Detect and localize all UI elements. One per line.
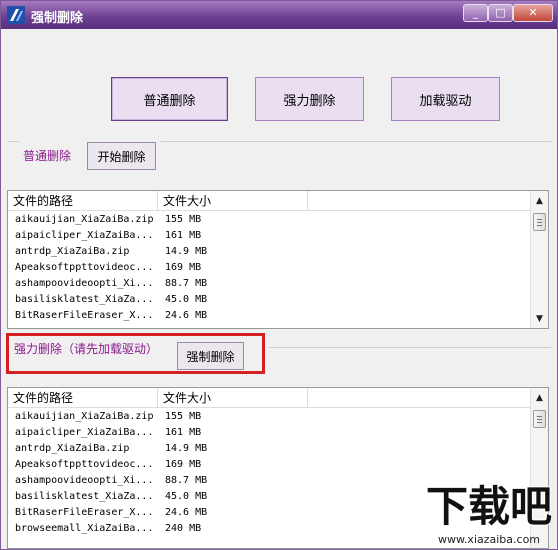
file-path-cell: aikauijian_XiaZaiBa.zip: [15, 214, 154, 225]
file-path-cell: ashampoovideoopti_Xi...: [15, 278, 154, 289]
file-path-cell: aipaicliper_XiaZaiBa...: [15, 427, 154, 438]
table-row[interactable]: aikauijian_XiaZaiBa.zip 155 MB: [8, 212, 530, 228]
table-row[interactable]: aipaicliper_XiaZaiBa... 161 MB: [8, 228, 530, 244]
file-path-cell: antrdp_XiaZaiBa.zip: [15, 443, 130, 454]
file-path-cell: Apeaksoftppttovideoc...: [15, 459, 154, 470]
column-header-size[interactable]: 文件大小: [158, 388, 308, 408]
file-size-cell: 169 MB: [165, 262, 202, 273]
table-row[interactable]: BitRaserFileEraser_X... 24.6 MB: [8, 308, 530, 324]
app-window: 强制删除 _ □ ✕ 普通删除 强力删除 加载驱动 普通删除 开始删除 文件的路…: [0, 0, 558, 550]
file-size-cell: 155 MB: [165, 214, 202, 225]
file-path-cell: basilisklatest_XiaZa...: [15, 294, 154, 305]
window-title: 强制删除: [31, 11, 84, 26]
file-path-cell: BitRaserFileEraser_X...: [15, 310, 154, 321]
table-row[interactable]: antrdp_XiaZaiBa.zip 14.9 MB: [8, 244, 530, 260]
column-header-path[interactable]: 文件的路径: [8, 388, 158, 408]
file-list-normal[interactable]: 文件的路径 文件大小 aikauijian_XiaZaiBa.zip 155 MB…: [7, 190, 549, 329]
file-size-cell: 24.6 MB: [165, 310, 208, 321]
table-header: 文件的路径 文件大小: [8, 388, 530, 408]
maximize-button[interactable]: □: [488, 4, 513, 22]
scroll-up-arrow-icon[interactable]: ▲: [531, 390, 548, 406]
file-path-cell: antrdp_XiaZaiBa.zip: [15, 246, 130, 257]
table-header: 文件的路径 文件大小: [8, 191, 530, 211]
file-size-cell: 14.9 MB: [165, 246, 208, 257]
table-row[interactable]: ashampoovideoopti_Xi... 88.7 MB: [8, 276, 530, 292]
normal-delete-mode-button[interactable]: 普通删除: [111, 77, 228, 121]
app-icon: [7, 6, 25, 24]
column-header-size[interactable]: 文件大小: [158, 191, 308, 211]
file-size-cell: 161 MB: [165, 230, 202, 241]
load-driver-button[interactable]: 加载驱动: [391, 77, 500, 121]
column-header-path[interactable]: 文件的路径: [8, 191, 158, 211]
file-size-cell: 240 MB: [165, 523, 202, 534]
file-size-cell: 24.6 MB: [165, 507, 208, 518]
force-delete-mode-button[interactable]: 强力删除: [255, 77, 364, 121]
normal-section-label: 普通删除: [23, 149, 72, 163]
file-path-cell: Apeaksoftppttovideoc...: [15, 262, 154, 273]
file-size-cell: 45.0 MB: [165, 294, 208, 305]
file-path-cell: aipaicliper_XiaZaiBa...: [15, 230, 154, 241]
scroll-up-arrow-icon[interactable]: ▲: [531, 193, 548, 209]
file-size-cell: 161 MB: [165, 427, 202, 438]
table-row[interactable]: antrdp_XiaZaiBa.zip 14.9 MB: [8, 441, 530, 457]
file-size-cell: 88.7 MB: [165, 475, 208, 486]
force-section-divider-right: [269, 347, 551, 348]
file-path-cell: BitRaserFileEraser_X...: [15, 507, 154, 518]
table-row[interactable]: aikauijian_XiaZaiBa.zip 155 MB: [8, 409, 530, 425]
close-button[interactable]: ✕: [513, 4, 553, 22]
scroll-down-arrow-icon[interactable]: ▼: [531, 311, 548, 327]
minimize-button[interactable]: _: [463, 4, 488, 22]
vertical-scrollbar[interactable]: ▲ ▼: [530, 191, 548, 328]
normal-section-divider-right: [161, 141, 551, 142]
scrollbar-thumb[interactable]: [533, 213, 546, 231]
svg-text:下载吧: 下载吧: [426, 482, 552, 531]
highlight-box: [6, 333, 265, 374]
watermark-logo: 下载吧 www.xiazaiba.com: [425, 481, 553, 546]
file-size-cell: 14.9 MB: [165, 443, 208, 454]
table-row[interactable]: Apeaksoftppttovideoc... 169 MB: [8, 260, 530, 276]
file-size-cell: 88.7 MB: [165, 278, 208, 289]
file-path-cell: ashampoovideoopti_Xi...: [15, 475, 154, 486]
start-delete-button[interactable]: 开始删除: [87, 142, 156, 170]
table-row[interactable]: basilisklatest_XiaZa... 45.0 MB: [8, 292, 530, 308]
scrollbar-thumb[interactable]: [533, 410, 546, 428]
title-bar[interactable]: 强制删除 _ □ ✕: [1, 1, 557, 29]
table-body: aikauijian_XiaZaiBa.zip 155 MB aipaicliper…: [8, 212, 530, 324]
svg-text:www.xiazaiba.com: www.xiazaiba.com: [438, 533, 540, 546]
file-size-cell: 155 MB: [165, 411, 202, 422]
file-path-cell: aikauijian_XiaZaiBa.zip: [15, 411, 154, 422]
file-size-cell: 45.0 MB: [165, 491, 208, 502]
table-row[interactable]: aipaicliper_XiaZaiBa... 161 MB: [8, 425, 530, 441]
file-size-cell: 169 MB: [165, 459, 202, 470]
normal-section-divider: [7, 141, 19, 142]
file-path-cell: basilisklatest_XiaZa...: [15, 491, 154, 502]
file-path-cell: browseemall_XiaZaiBa...: [15, 523, 154, 534]
